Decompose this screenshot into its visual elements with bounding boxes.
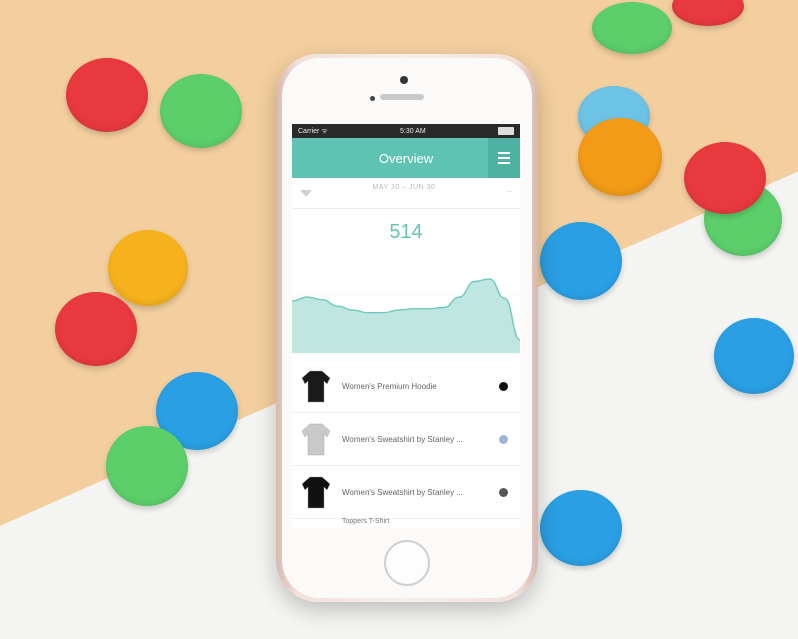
date-range-label: MAY 30 – JUN 30 bbox=[372, 184, 436, 191]
sweatshirt-icon bbox=[301, 370, 331, 403]
sweatshirt-icon bbox=[301, 423, 331, 456]
chart-svg bbox=[292, 278, 520, 353]
status-time: 5:30 AM bbox=[400, 127, 426, 135]
product-row[interactable]: Women's Sweatshirt by Stanley ... bbox=[292, 413, 520, 466]
confetti-red bbox=[66, 58, 148, 132]
color-swatch bbox=[499, 487, 508, 497]
list-item-title: Toppers T-Shirt bbox=[342, 518, 390, 525]
home-button[interactable] bbox=[384, 540, 430, 586]
confetti-red bbox=[684, 142, 766, 214]
confetti-yellow bbox=[108, 230, 188, 306]
hamburger-icon bbox=[498, 162, 510, 164]
confetti-blue bbox=[714, 318, 794, 394]
product-title: Women's Sweatshirt by Stanley ... bbox=[342, 434, 463, 444]
front-camera bbox=[400, 76, 408, 84]
filter-icon[interactable] bbox=[300, 189, 312, 197]
carrier-label: Carrier ᯤ bbox=[298, 127, 328, 135]
product-info: Women's Sweatshirt by Stanley ... bbox=[342, 488, 499, 497]
menu-button[interactable] bbox=[488, 138, 520, 178]
product-row[interactable]: Women's Sweatshirt by Stanley ... bbox=[292, 466, 520, 519]
chart-area bbox=[292, 278, 520, 353]
page-title: Overview bbox=[378, 150, 434, 166]
confetti-blue bbox=[540, 490, 622, 566]
list-item-partial[interactable]: Toppers T-Shirt bbox=[292, 516, 520, 528]
hamburger-icon bbox=[498, 157, 510, 159]
color-swatch bbox=[499, 434, 508, 444]
color-swatch bbox=[499, 381, 508, 391]
product-title: Women's Sweatshirt by Stanley ... bbox=[342, 487, 463, 497]
confetti-orange bbox=[578, 118, 662, 196]
confetti-green bbox=[106, 426, 188, 506]
hamburger-icon bbox=[498, 152, 510, 154]
filter-bar: MAY 30 – JUN 30 — bbox=[292, 178, 520, 209]
status-bar: Carrier ᯤ 5:30 AM bbox=[292, 124, 520, 138]
product-list: Women's Premium Hoodie Women's Sweatshirt… bbox=[292, 360, 520, 519]
total-value: 514 bbox=[389, 221, 423, 243]
navigation-bar: Overview bbox=[292, 138, 520, 178]
sales-area-chart bbox=[292, 275, 520, 353]
confetti-blue bbox=[540, 222, 622, 300]
confetti-green bbox=[160, 74, 242, 148]
confetti-green bbox=[592, 2, 672, 54]
date-range-selector[interactable]: MAY 30 – JUN 30 bbox=[344, 184, 464, 191]
confetti-red bbox=[55, 292, 137, 366]
proximity-sensor bbox=[370, 96, 375, 101]
battery-icon bbox=[497, 127, 514, 135]
app-screen: Carrier ᯤ 5:30 AM Overview MAY 30 – JUN … bbox=[292, 124, 520, 528]
summary-stats: 514 bbox=[292, 209, 520, 257]
product-info: Women's Premium Hoodie bbox=[342, 382, 499, 391]
product-row[interactable]: Women's Premium Hoodie bbox=[292, 360, 520, 413]
sweatshirt-icon bbox=[301, 476, 331, 509]
product-title: Women's Premium Hoodie bbox=[342, 381, 437, 391]
photo-scene: Carrier ᯤ 5:30 AM Overview MAY 30 – JUN … bbox=[0, 0, 798, 639]
earpiece-speaker bbox=[380, 94, 424, 100]
product-info: Women's Sweatshirt by Stanley ... bbox=[342, 435, 499, 444]
compare-toggle[interactable]: — bbox=[506, 189, 512, 195]
